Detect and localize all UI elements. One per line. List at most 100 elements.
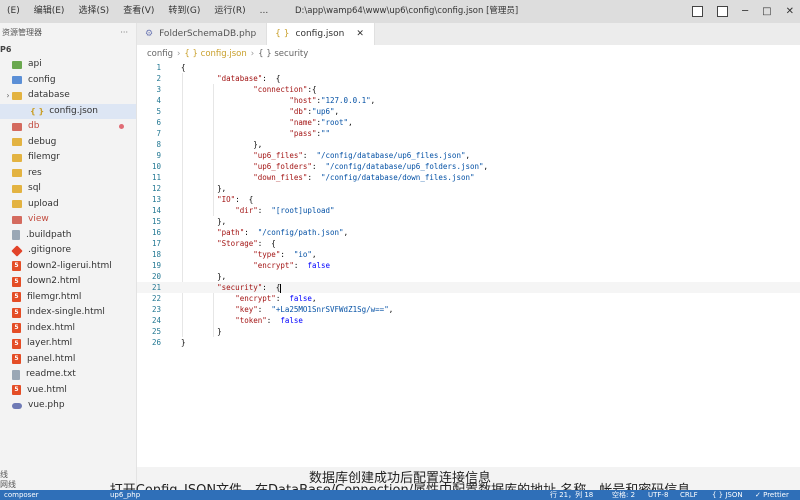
status-eol[interactable]: CRLF bbox=[680, 490, 698, 500]
tree-item[interactable]: upload bbox=[0, 197, 136, 213]
maximize-button[interactable]: □ bbox=[762, 6, 771, 17]
tree-item[interactable]: sql bbox=[0, 181, 136, 197]
menu-bar: (E) 编辑(E) 选择(S) 查看(V) 转到(G) 运行(R)... bbox=[0, 0, 275, 23]
breadcrumb-item[interactable]: config bbox=[147, 49, 173, 59]
tree-item[interactable]: 5 down2.html bbox=[0, 274, 136, 290]
code-token: "[root]upload" bbox=[271, 206, 335, 215]
tree-item[interactable]: vue.php bbox=[0, 398, 136, 414]
code-line[interactable]: 6 "name":"root", bbox=[137, 117, 800, 128]
status-left[interactable]: composer bbox=[4, 490, 39, 500]
code-line[interactable]: 22 "encrypt": false, bbox=[137, 293, 800, 304]
tree-item-label: database bbox=[28, 90, 70, 100]
more-actions-icon[interactable]: ··· bbox=[120, 23, 128, 43]
code-line[interactable]: 1{ bbox=[137, 62, 800, 73]
code-line[interactable]: 11 "down_files": "/config/database/down_… bbox=[137, 172, 800, 183]
tree-item[interactable]: .gitignore bbox=[0, 243, 136, 259]
code-token: "" bbox=[320, 129, 331, 138]
tree-item[interactable]: { } config.json bbox=[0, 103, 136, 119]
code-line[interactable]: 14 "dir": "[root]upload" bbox=[137, 205, 800, 216]
code-line[interactable]: 20 }, bbox=[137, 271, 800, 282]
code-line[interactable]: 12 }, bbox=[137, 183, 800, 194]
code-token: , bbox=[343, 228, 349, 237]
code-line[interactable]: 19 "encrypt": false bbox=[137, 260, 800, 271]
code-line[interactable]: 21 "security": { bbox=[137, 282, 800, 293]
tree-item[interactable]: config bbox=[0, 73, 136, 89]
menu-item[interactable]: ... bbox=[253, 0, 276, 23]
status-prettier[interactable]: ✓ Prettier bbox=[755, 490, 789, 500]
code-line[interactable]: 4 "host":"127.0.0.1", bbox=[137, 95, 800, 106]
breadcrumb-item[interactable]: { } security bbox=[258, 49, 308, 59]
code-token: false bbox=[280, 316, 303, 325]
project-root[interactable]: P6 bbox=[0, 43, 136, 57]
panel-toggle-icon[interactable] bbox=[717, 6, 729, 17]
menu-item[interactable]: 运行(R) bbox=[207, 0, 252, 23]
menu-item[interactable]: (E) bbox=[0, 0, 27, 23]
tree-item[interactable]: readme.txt bbox=[0, 367, 136, 383]
status-file[interactable]: up6_php bbox=[110, 490, 140, 500]
tree-item[interactable]: view bbox=[0, 212, 136, 228]
tree-item[interactable]: api bbox=[0, 57, 136, 73]
line-number: 7 bbox=[156, 129, 161, 138]
status-position[interactable]: 行 21，列 18 bbox=[550, 490, 593, 500]
status-encoding[interactable]: UTF-8 bbox=[648, 490, 668, 500]
menu-item[interactable]: 转到(G) bbox=[161, 0, 207, 23]
code-editor[interactable]: I 1{2 "database": {3 "connection":{4 "ho… bbox=[137, 62, 800, 467]
code-token: "up6" bbox=[311, 107, 335, 116]
status-language[interactable]: { } JSON bbox=[712, 490, 743, 500]
code-token: "root" bbox=[320, 118, 349, 127]
tree-item[interactable]: 5 layer.html bbox=[0, 336, 136, 352]
code-line[interactable]: 18 "type": "io", bbox=[137, 249, 800, 260]
tab-folderschemadb[interactable]: ⚙ FolderSchemaDB.php bbox=[137, 23, 268, 45]
status-spaces[interactable]: 空格: 2 bbox=[612, 490, 635, 500]
code-line[interactable]: 3 "connection":{ bbox=[137, 84, 800, 95]
code-line[interactable]: 23 "key": "+La25MO1SnrSVFWdZ1Sg/w==", bbox=[137, 304, 800, 315]
tree-item[interactable]: filemgr bbox=[0, 150, 136, 166]
line-number: 8 bbox=[156, 140, 161, 149]
code-line[interactable]: 9 "up6_files": "/config/database/up6_fil… bbox=[137, 150, 800, 161]
code-line[interactable]: 25 } bbox=[137, 326, 800, 337]
tree-item[interactable]: res bbox=[0, 166, 136, 182]
tree-item[interactable]: .buildpath bbox=[0, 228, 136, 244]
code-token: : bbox=[257, 305, 272, 314]
php-file-icon bbox=[12, 402, 22, 409]
tree-item[interactable]: 5 down2-ligerui.html bbox=[0, 259, 136, 275]
tree-item[interactable]: debug bbox=[0, 135, 136, 151]
code-line[interactable]: 8 }, bbox=[137, 139, 800, 150]
tree-item[interactable]: › database bbox=[0, 88, 136, 104]
code-line[interactable]: 13 "IO": { bbox=[137, 194, 800, 205]
close-tab-icon[interactable]: ✕ bbox=[356, 23, 364, 45]
code-line[interactable]: 5 "db":"up6", bbox=[137, 106, 800, 117]
close-window-button[interactable]: ✕ bbox=[786, 6, 794, 17]
code-line[interactable]: 2 "database": { bbox=[137, 73, 800, 84]
code-text: }, bbox=[181, 139, 262, 150]
layout-toggle-icon[interactable] bbox=[692, 6, 704, 17]
code-line[interactable]: 24 "token": false bbox=[137, 315, 800, 326]
code-token: : bbox=[302, 151, 317, 160]
menu-item[interactable]: 编辑(E) bbox=[27, 0, 72, 23]
menu-item[interactable]: 查看(V) bbox=[116, 0, 161, 23]
code-line[interactable]: 15 }, bbox=[137, 216, 800, 227]
tree-item[interactable]: 5 filemgr.html bbox=[0, 290, 136, 306]
line-number: 18 bbox=[151, 250, 161, 259]
code-line[interactable]: 10 "up6_folders": "/config/database/up6_… bbox=[137, 161, 800, 172]
menu-item[interactable]: 选择(S) bbox=[71, 0, 116, 23]
line-number: 5 bbox=[156, 107, 161, 116]
tree-item[interactable]: 5 panel.html bbox=[0, 352, 136, 368]
folder-icon bbox=[12, 200, 22, 209]
breadcrumb-item[interactable]: { } config.json bbox=[184, 49, 246, 59]
tree-item[interactable]: 5 index.html bbox=[0, 321, 136, 337]
code-text: }, bbox=[181, 271, 226, 282]
code-line[interactable]: 7 "pass":"" bbox=[137, 128, 800, 139]
tree-item[interactable]: 5 index-single.html bbox=[0, 305, 136, 321]
tree-item[interactable]: db bbox=[0, 119, 136, 135]
tree-item[interactable]: 5 vue.html bbox=[0, 383, 136, 399]
code-line[interactable]: 16 "path": "/config/path.json", bbox=[137, 227, 800, 238]
minimize-button[interactable]: ─ bbox=[742, 6, 748, 17]
tab-config-json[interactable]: { } config.json ✕ bbox=[267, 23, 375, 45]
code-line[interactable]: 17 "Storage": { bbox=[137, 238, 800, 249]
code-line[interactable]: 26} bbox=[137, 337, 800, 348]
php-file-icon: ⚙ bbox=[145, 29, 154, 39]
line-number: 24 bbox=[151, 316, 161, 325]
